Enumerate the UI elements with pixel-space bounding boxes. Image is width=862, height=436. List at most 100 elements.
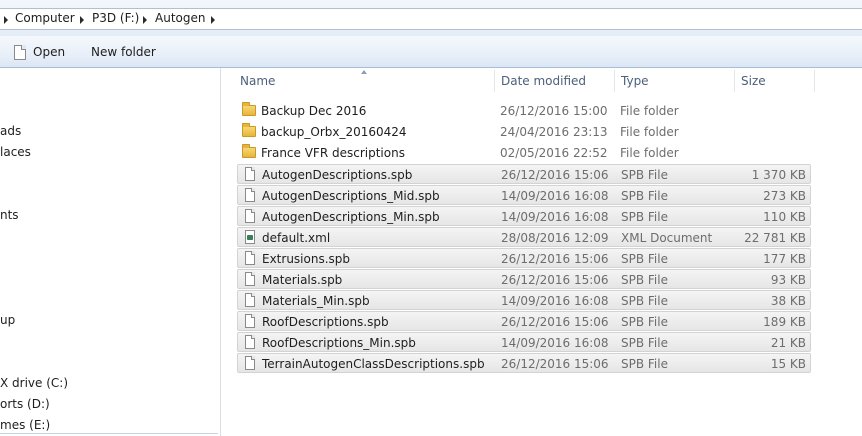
- file-type: SPB File: [621, 357, 668, 371]
- file-type: SPB File: [621, 294, 668, 308]
- file-name: Backup Dec 2016: [261, 104, 367, 118]
- folder-icon: [242, 144, 256, 158]
- new-folder-button[interactable]: New folder: [91, 45, 156, 59]
- column-divider[interactable]: [494, 70, 495, 92]
- file-icon: [245, 356, 255, 370]
- file-type: File folder: [620, 125, 679, 139]
- file-type: SPB File: [621, 315, 668, 329]
- file-date-modified: 26/12/2016 15:06: [501, 273, 609, 287]
- file-date-modified: 02/05/2016 22:52: [500, 146, 608, 160]
- breadcrumb-item-computer[interactable]: Computer: [15, 11, 75, 25]
- address-bar: Computer P3D (F:) Autogen: [0, 0, 862, 36]
- file-size: 93 KB: [770, 273, 806, 287]
- file-name: backup_Orbx_20160424: [261, 125, 407, 139]
- file-size: 21 KB: [770, 336, 806, 350]
- file-name: Materials.spb: [262, 273, 343, 287]
- file-row[interactable]: AutogenDescriptions_Mid.spb 14/09/2016 16…: [237, 185, 811, 205]
- file-date-modified: 24/04/2016 23:13: [500, 125, 608, 139]
- breadcrumb[interactable]: Computer P3D (F:) Autogen: [0, 8, 862, 30]
- column-header-date[interactable]: Date modified: [501, 74, 586, 88]
- file-date-modified: 26/12/2016 15:06: [501, 315, 609, 329]
- file-type: SPB File: [621, 189, 668, 203]
- file-row[interactable]: Extrusions.spb 26/12/2016 15:06 SPB File 17…: [237, 248, 811, 268]
- file-row[interactable]: backup_Orbx_20160424 24/04/2016 23:13 File…: [237, 122, 811, 142]
- file-size: 273 KB: [763, 189, 806, 203]
- column-divider[interactable]: [614, 70, 615, 92]
- chevron-right-icon[interactable]: [211, 16, 215, 24]
- file-date-modified: 14/09/2016 16:08: [501, 189, 609, 203]
- chevron-right-icon[interactable]: [143, 16, 147, 24]
- document-icon: [14, 45, 26, 60]
- file-name: AutogenDescriptions_Min.spb: [262, 210, 440, 224]
- nav-item-documents[interactable]: nts: [0, 208, 19, 222]
- nav-item-backup[interactable]: up: [0, 313, 15, 327]
- folder-icon: [242, 102, 256, 116]
- file-size: 177 KB: [763, 252, 806, 266]
- nav-item-drive-e[interactable]: mes (E:): [0, 418, 50, 432]
- file-size: 15 KB: [770, 357, 806, 371]
- file-icon: [245, 188, 255, 202]
- file-icon: [245, 335, 255, 349]
- nav-item-recent-places[interactable]: laces: [0, 145, 31, 159]
- file-name: RoofDescriptions_Min.spb: [262, 336, 416, 350]
- file-size: 1 370 KB: [751, 168, 806, 182]
- column-header-type[interactable]: Type: [621, 74, 649, 88]
- nav-divider: [0, 433, 218, 434]
- file-row[interactable]: France VFR descriptions 02/05/2016 22:52 F…: [237, 143, 811, 163]
- command-bar: Open New folder: [0, 36, 862, 68]
- file-date-modified: 14/09/2016 16:08: [501, 294, 609, 308]
- file-row[interactable]: AutogenDescriptions_Min.spb 14/09/2016 16…: [237, 206, 811, 226]
- file-name: Materials_Min.spb: [262, 294, 370, 308]
- nav-item-drive-d[interactable]: orts (D:): [0, 397, 50, 411]
- column-header-name[interactable]: Name: [240, 74, 275, 88]
- file-size: 38 KB: [770, 294, 806, 308]
- file-row[interactable]: AutogenDescriptions.spb 26/12/2016 15:06 S…: [237, 164, 811, 184]
- file-type: SPB File: [621, 336, 668, 350]
- nav-item-downloads[interactable]: ads: [0, 124, 21, 138]
- file-type: SPB File: [621, 273, 668, 287]
- file-row[interactable]: Materials_Min.spb 14/09/2016 16:08 SPB Fil…: [237, 290, 811, 310]
- nav-item-drive-c[interactable]: X drive (C:): [0, 376, 68, 390]
- file-row[interactable]: default.xml 28/08/2016 12:09 XML Document 2…: [237, 227, 811, 247]
- chevron-right-icon[interactable]: [4, 16, 8, 24]
- column-divider[interactable]: [734, 70, 735, 92]
- file-date-modified: 14/09/2016 16:08: [501, 210, 609, 224]
- file-date-modified: 28/08/2016 12:09: [501, 231, 609, 245]
- file-date-modified: 14/09/2016 16:08: [501, 336, 609, 350]
- file-date-modified: 26/12/2016 15:06: [501, 252, 609, 266]
- file-name: AutogenDescriptions.spb: [262, 168, 413, 182]
- file-type: SPB File: [621, 168, 668, 182]
- xml-icon: [245, 230, 255, 244]
- file-icon: [245, 251, 255, 265]
- file-icon: [245, 209, 255, 223]
- file-icon: [245, 293, 255, 307]
- file-row[interactable]: RoofDescriptions.spb 26/12/2016 15:06 SPB …: [237, 311, 811, 331]
- file-date-modified: 26/12/2016 15:06: [501, 357, 609, 371]
- file-row[interactable]: TerrainAutogenClassDescriptions.spb 26/12…: [237, 353, 811, 373]
- file-name: TerrainAutogenClassDescriptions.spb: [262, 357, 485, 371]
- column-header-size[interactable]: Size: [741, 74, 766, 88]
- file-row[interactable]: RoofDescriptions_Min.spb 14/09/2016 16:08…: [237, 332, 811, 352]
- file-name: France VFR descriptions: [261, 146, 405, 160]
- chevron-right-icon[interactable]: [80, 16, 84, 24]
- file-name: AutogenDescriptions_Mid.spb: [262, 189, 440, 203]
- file-name: default.xml: [262, 231, 331, 245]
- file-type: XML Document: [621, 231, 713, 245]
- file-icon: [245, 167, 255, 181]
- open-button[interactable]: Open: [33, 45, 65, 59]
- file-date-modified: 26/12/2016 15:06: [501, 168, 609, 182]
- file-row[interactable]: Backup Dec 2016 26/12/2016 15:00 File fold…: [237, 101, 811, 121]
- breadcrumb-item-autogen[interactable]: Autogen: [155, 11, 205, 25]
- file-type: File folder: [620, 104, 679, 118]
- folder-icon: [242, 123, 256, 137]
- file-icon: [245, 314, 255, 328]
- file-type: File folder: [620, 146, 679, 160]
- column-divider[interactable]: [814, 70, 815, 92]
- file-row[interactable]: Materials.spb 26/12/2016 15:06 SPB File 93 …: [237, 269, 811, 289]
- file-type: SPB File: [621, 252, 668, 266]
- breadcrumb-item-drive[interactable]: P3D (F:): [92, 11, 139, 25]
- file-size: 110 KB: [763, 210, 806, 224]
- file-size: 189 KB: [763, 315, 806, 329]
- file-size: 22 781 KB: [744, 231, 806, 245]
- sort-ascending-icon: [361, 70, 367, 74]
